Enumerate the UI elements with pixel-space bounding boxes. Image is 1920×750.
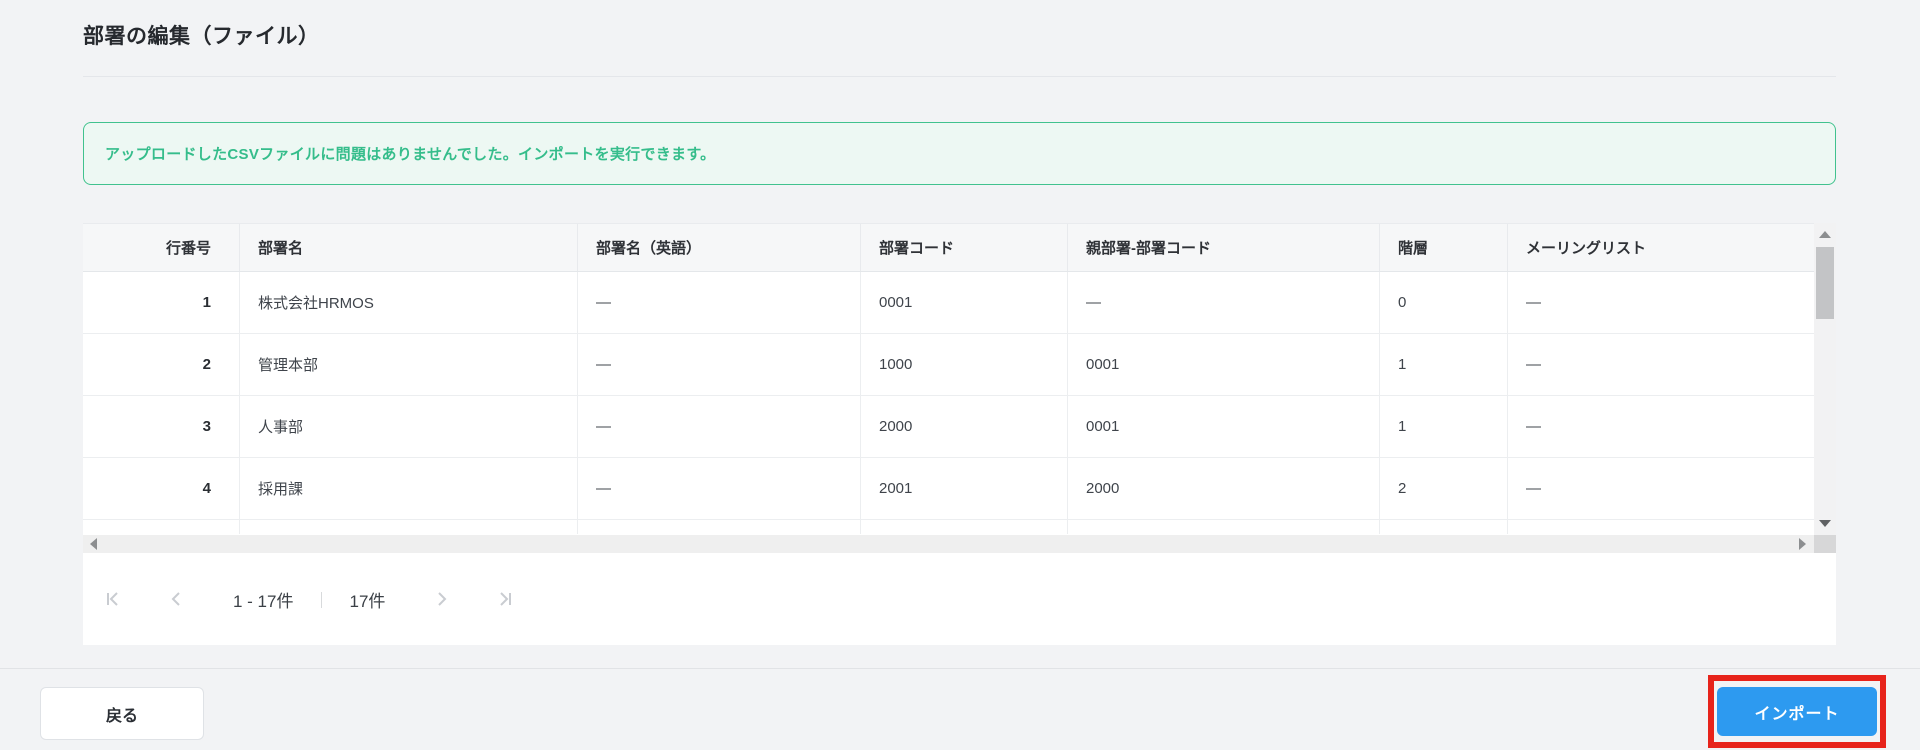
table-cell [861,520,1068,534]
table-cell: — [1526,356,1541,373]
footer-divider [0,668,1920,669]
scroll-down-arrow-icon[interactable] [1819,520,1831,527]
import-button[interactable]: インポート [1717,687,1877,736]
table-cell: — [1526,418,1541,435]
table-cell: 0001 [861,272,1068,333]
table-cell: 人事部 [240,396,578,457]
table-cell [1508,520,1814,534]
table-cell: 2000 [1068,458,1380,519]
table-cell: 2 [83,334,240,395]
pagination: 1 - 17件 ｜ 17件 [83,553,1836,645]
table-cell [1068,520,1380,534]
column-header: メーリングリスト [1526,240,1647,257]
table-cell: 1 [83,272,240,333]
next-page-button[interactable] [431,589,451,609]
import-highlight-annotation: インポート [1708,675,1886,748]
table-cell [240,520,578,534]
table-row: 3 人事部 —2000 0001 1— [83,396,1814,458]
scrollbar-corner [1814,535,1836,553]
table-cell: 3 [83,396,240,457]
table-row: 1 株式会社HRMOS —0001—0— [83,272,1814,334]
column-header: 部署コード [861,224,1068,271]
pagination-separator: ｜ [313,593,330,610]
table-cell: 2000 [861,396,1068,457]
table-cell [83,520,240,534]
table-cell: 1000 [861,334,1068,395]
column-header: 親部署-部署コード [1068,224,1380,271]
title-divider [83,76,1836,77]
chevron-right-icon [438,592,447,606]
table-cell: — [578,396,861,457]
page-title: 部署の編集（ファイル） [83,25,320,48]
previous-page-button[interactable] [167,589,187,609]
table-row-partial [83,520,1814,534]
table-cell: — [1526,294,1541,311]
scroll-left-arrow-icon[interactable] [90,538,97,550]
table-cell: 2001 [861,458,1068,519]
last-page-button[interactable] [495,589,515,609]
column-header: 部署名（英語） [578,224,861,271]
chevron-left-icon [171,592,180,606]
table-cell: 採用課 [240,458,578,519]
success-alert-message: アップロードしたCSVファイルに問題はありませんでした。インポートを実行できます… [105,146,716,163]
table-cell: 管理本部 [240,334,578,395]
table-cell: 2 [1380,458,1508,519]
table-cell: 1 [1380,334,1508,395]
last-page-icon [500,592,512,606]
column-header: 部署名 [240,224,578,271]
table-cell: 0001 [1068,396,1380,457]
success-alert: アップロードしたCSVファイルに問題はありませんでした。インポートを実行できます… [83,122,1836,185]
back-button[interactable]: 戻る [40,687,204,740]
pagination-range-label: 1 - 17件 [233,591,294,611]
table-cell: 0 [1380,272,1508,333]
import-preview-card: 行番号 部署名 部署名（英語） 部署コード 親部署-部署コード 階層 メーリングリスト 1株… [83,223,1836,645]
vertical-scrollbar[interactable] [1814,223,1836,535]
table-header-row: 行番号 部署名 部署名（英語） 部署コード 親部署-部署コード 階層 メーリングリスト [83,223,1814,272]
scroll-right-arrow-icon[interactable] [1799,538,1806,550]
preview-table: 行番号 部署名 部署名（英語） 部署コード 親部署-部署コード 階層 メーリングリスト 1株… [83,223,1836,535]
column-header: 階層 [1380,224,1508,271]
table-cell: 株式会社HRMOS [240,272,578,333]
first-page-icon [107,592,118,606]
table-cell [578,520,861,534]
column-header: 行番号 [83,224,240,271]
table-cell: 0001 [1068,334,1380,395]
table-body: 1 株式会社HRMOS —0001—0—2 管理本部 —1000 0001 1—3 人事部 —2… [83,272,1836,534]
table-cell [1380,520,1508,534]
table-cell: — [578,458,861,519]
table-row: 2 管理本部 —1000 0001 1— [83,334,1814,396]
table-cell: — [578,334,861,395]
pagination-total-label: 17件 [349,591,386,611]
table-cell: 1 [1380,396,1508,457]
table-cell: 4 [83,458,240,519]
horizontal-scrollbar[interactable] [83,535,1836,553]
table-row: 4 採用課 —2001 2000 2— [83,458,1814,520]
table-cell: — [578,272,861,333]
table-cell: — [1526,480,1541,497]
scroll-up-arrow-icon[interactable] [1819,231,1831,238]
table-cell: — [1068,272,1380,333]
first-page-button[interactable] [103,589,123,609]
vertical-scrollbar-thumb[interactable] [1816,247,1834,319]
